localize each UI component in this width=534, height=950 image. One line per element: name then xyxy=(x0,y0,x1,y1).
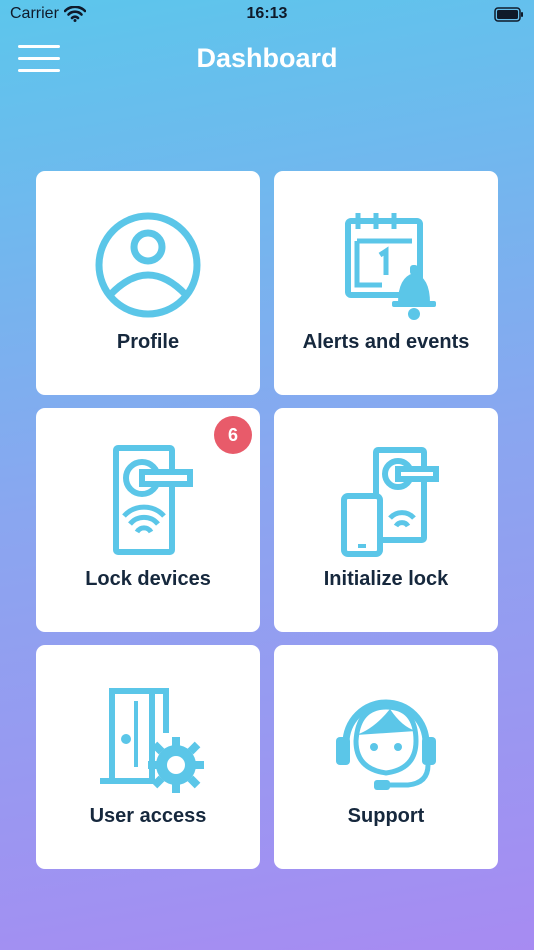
tile-support[interactable]: Support xyxy=(274,645,498,869)
notification-badge: 6 xyxy=(214,416,252,454)
nav-bar: Dashboard xyxy=(0,28,534,90)
door-gear-icon xyxy=(100,688,204,793)
phone-lock-icon xyxy=(341,447,439,557)
tile-label: Initialize lock xyxy=(323,568,449,590)
tile-lock-devices[interactable]: Lock devices 6 xyxy=(36,408,260,632)
tile-profile[interactable]: Profile xyxy=(36,171,260,395)
clock: 16:13 xyxy=(246,5,288,22)
status-bar: Carrier 16:13 xyxy=(0,0,534,28)
tile-alerts-events[interactable]: Alerts and events xyxy=(274,171,498,395)
tile-initialize-lock[interactable]: Initialize lock xyxy=(274,408,498,632)
tile-label: Alerts and events xyxy=(302,331,470,353)
profile-icon xyxy=(95,212,201,318)
tile-label: Profile xyxy=(116,331,180,353)
headset-icon xyxy=(336,699,436,790)
tile-user-access[interactable]: User access xyxy=(36,645,260,869)
calendar-bell-icon xyxy=(345,213,436,320)
tile-label: Support xyxy=(347,805,425,827)
battery-icon xyxy=(494,7,524,27)
door-lock-icon xyxy=(113,445,193,555)
tile-label: Lock devices xyxy=(85,568,211,590)
page-title: Dashboard xyxy=(196,43,338,73)
tile-label: User access xyxy=(89,805,207,827)
